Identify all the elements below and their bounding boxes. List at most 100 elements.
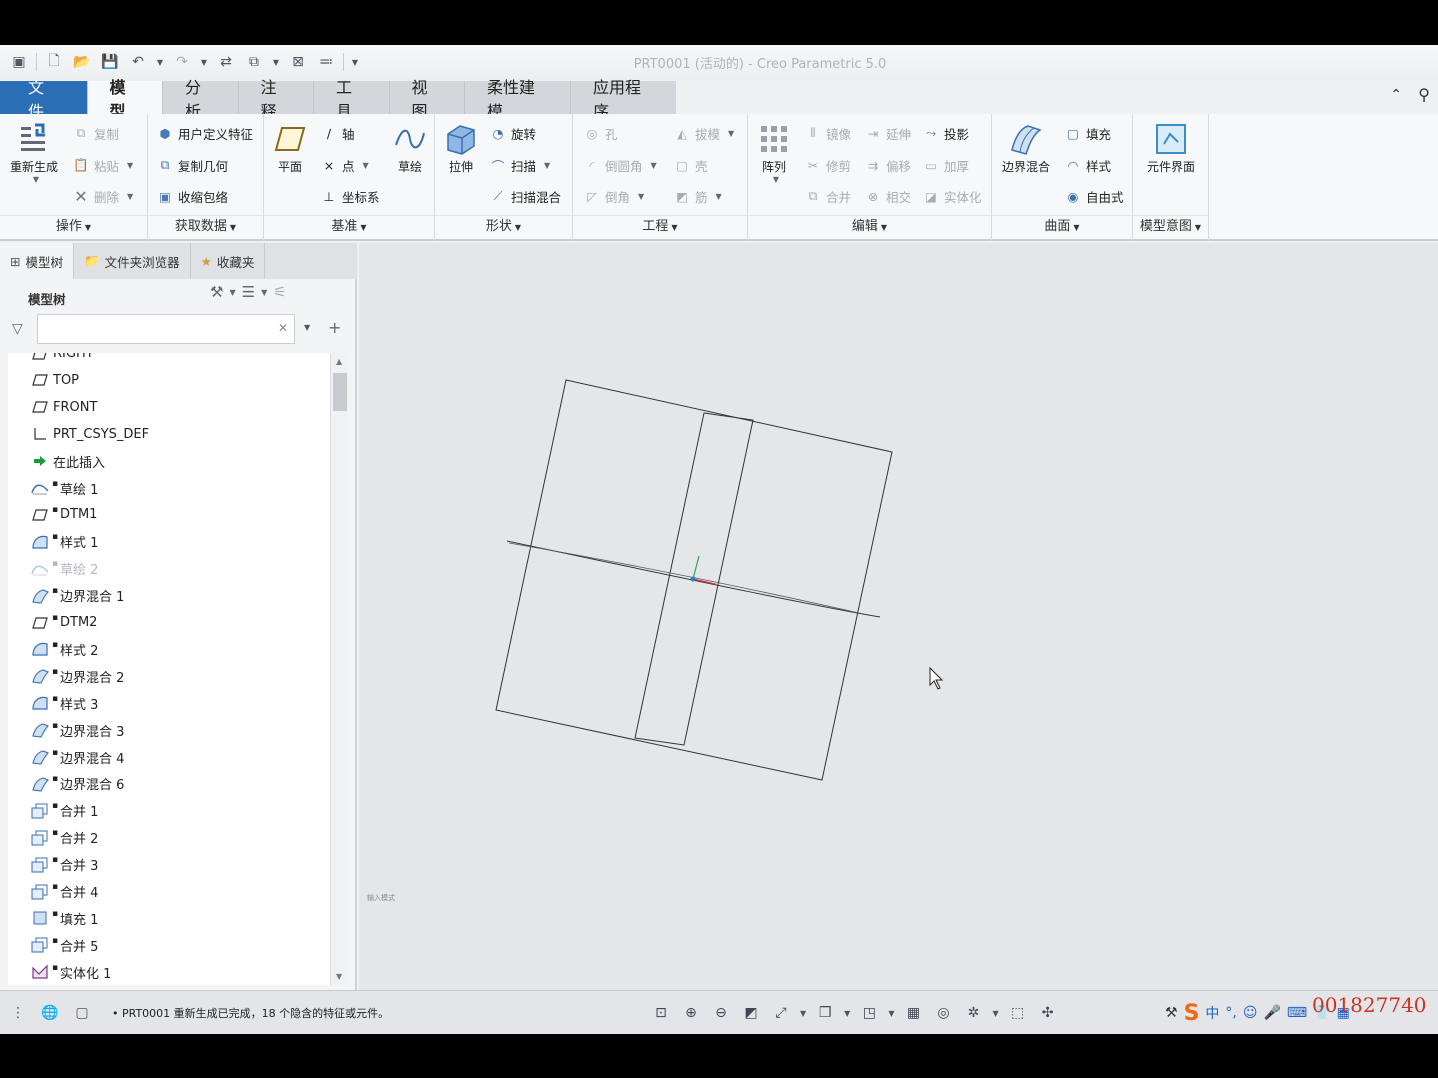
show-dropdown-icon[interactable]: ▼ (261, 288, 267, 297)
csys-button[interactable]: ⊥ 坐标系 (320, 185, 380, 207)
qat-more-dropdown-icon[interactable]: ▼ (350, 58, 360, 67)
component-interface-button[interactable]: 元件界面 (1141, 120, 1201, 175)
plane-button[interactable]: 平面 (270, 120, 310, 175)
tree-item[interactable]: TOP (8, 367, 330, 394)
tree-item[interactable]: ▪ 合并 5 (8, 932, 330, 959)
shell-button[interactable]: ▢ 壳 (673, 154, 707, 176)
tree-item[interactable]: ▪ DTM2 (8, 609, 330, 636)
draft-dropdown-icon[interactable]: ▼ (728, 129, 734, 138)
tree-item[interactable]: ▪ DTM1 (8, 501, 330, 528)
swept-blend-button[interactable]: ⟋ 扫描混合 (489, 185, 561, 207)
browser-toggle-icon[interactable]: 🌐 (40, 1003, 60, 1023)
freestyle-button[interactable]: ◉ 自由式 (1064, 185, 1124, 207)
tree-item[interactable]: ▪ 合并 4 (8, 878, 330, 905)
zoom-out-icon[interactable]: ⊖ (710, 1002, 732, 1024)
offset-button[interactable]: ⇉ 偏移 (864, 154, 911, 176)
tree-item[interactable]: PRT_CSYS_DEF (8, 421, 330, 448)
round-dropdown-icon[interactable]: ▼ (651, 161, 657, 170)
open-file-icon[interactable]: 📂 (71, 51, 93, 73)
delete-dropdown-icon[interactable]: ▼ (127, 192, 133, 201)
ime-language[interactable]: 中 (1205, 1003, 1219, 1023)
tree-item[interactable]: ▪ 草绘 2 (8, 555, 330, 582)
tree-item[interactable]: ▪ 边界混合 3 (8, 717, 330, 744)
datum-display-icon[interactable]: ✲ (962, 1002, 984, 1024)
thicken-button[interactable]: ▭ 加厚 (922, 154, 969, 176)
tree-item[interactable]: ▪ 合并 1 (8, 797, 330, 824)
undo-icon[interactable]: ↶ (127, 51, 149, 73)
tree-item[interactable]: ▪ 边界混合 1 (8, 582, 330, 609)
regenerate-icon[interactable]: ⇄ (215, 51, 237, 73)
collapse-ribbon-icon[interactable]: ⌃ (1390, 87, 1402, 103)
tab-applications[interactable]: 应用程序 (571, 78, 676, 121)
scroll-down-icon[interactable]: ▼ (336, 972, 342, 981)
chamfer-button[interactable]: ◸ 倒角 ▼ (583, 185, 644, 207)
full-screen-icon[interactable]: ▢ (72, 1003, 92, 1023)
keyboard-icon[interactable]: ⌨ (1287, 1005, 1307, 1021)
point-button[interactable]: × 点 ▼ (320, 154, 369, 176)
draft-button[interactable]: ◭ 拔模 ▼ (673, 122, 734, 144)
clear-icon[interactable]: ✕ (278, 321, 288, 335)
project-button[interactable]: ⤳ 投影 (922, 122, 969, 144)
windows-dropdown-icon[interactable]: ▼ (271, 58, 281, 67)
group-label-engineering[interactable]: 工程 ▼ (573, 215, 747, 237)
emoji-icon[interactable]: ☺ (1243, 1005, 1258, 1021)
close-window-icon[interactable]: ⊠ (287, 51, 309, 73)
chamfer-dropdown-icon[interactable]: ▼ (638, 192, 644, 201)
tab-flexible-modeling[interactable]: 柔性建模 (465, 78, 571, 121)
saved-views-icon[interactable]: ❒ (814, 1002, 836, 1024)
mirror-button[interactable]: ⫴ 镜像 (804, 122, 851, 144)
extend-button[interactable]: ⇥ 延伸 (864, 122, 911, 144)
search-icon[interactable]: ⚲ (1418, 85, 1430, 104)
rib-button[interactable]: ◩ 筋 ▼ (673, 185, 722, 207)
save-icon[interactable]: 💾 (99, 51, 121, 73)
tab-model-tree[interactable]: ⊞ 模型树 (0, 243, 74, 279)
scroll-up-icon[interactable]: ▲ (336, 357, 342, 366)
fill-button[interactable]: ▢ 填充 (1064, 122, 1111, 144)
tree-item[interactable]: ▪ 合并 3 (8, 851, 330, 878)
tree-item[interactable]: RIGHT (8, 353, 330, 367)
tab-favorites[interactable]: ★ 收藏夹 (191, 243, 266, 279)
revolve-button[interactable]: ◔ 旋转 (489, 122, 536, 144)
perspective-icon[interactable]: ▦ (902, 1002, 924, 1024)
tree-item[interactable]: ▪ 实体化 1 (8, 959, 330, 985)
add-column-icon[interactable]: + (328, 318, 341, 337)
tab-model[interactable]: 模型 (87, 78, 163, 121)
tree-filter-icon[interactable]: ⚟ (273, 283, 286, 301)
tree-item[interactable]: ▪ 边界混合 2 (8, 663, 330, 690)
group-label-datum[interactable]: 基准 ▼ (264, 215, 434, 237)
paste-dropdown-icon[interactable]: ▼ (127, 161, 133, 170)
navigator-toggle-icon[interactable]: ⋮ (8, 1003, 28, 1023)
tree-search-input[interactable] (37, 314, 295, 344)
shrinkwrap-button[interactable]: ▣ 收缩包络 (156, 185, 228, 207)
boundary-blend-button[interactable]: 边界混合 (998, 120, 1054, 175)
paste-button[interactable]: 📋 粘贴 ▼ (72, 154, 133, 176)
redo-icon[interactable]: ↷ (171, 51, 193, 73)
tree-item[interactable]: ▪ 样式 2 (8, 636, 330, 663)
spin-center-icon[interactable]: ✣ (1037, 1002, 1059, 1024)
intersect-button[interactable]: ⊗ 相交 (864, 185, 911, 207)
extrude-button[interactable]: 拉伸 (441, 120, 481, 175)
round-button[interactable]: ◜ 倒圆角 ▼ (583, 154, 657, 176)
saved-views-dropdown-icon[interactable]: ▼ (844, 1009, 850, 1018)
group-label-shapes[interactable]: 形状 ▼ (435, 215, 572, 237)
group-label-model-intent[interactable]: 模型意图 ▼ (1133, 215, 1208, 237)
redo-dropdown-icon[interactable]: ▼ (199, 58, 209, 67)
udf-button[interactable]: ⬢ 用户定义特征 (156, 122, 253, 144)
tree-item[interactable]: ▪ 样式 1 (8, 528, 330, 555)
show-icon[interactable]: ☰ (242, 283, 255, 301)
repaint-icon[interactable]: ◩ (740, 1002, 762, 1024)
app-menu-icon[interactable]: ▣ (8, 51, 30, 73)
sketch-button[interactable]: 草绘 (392, 120, 428, 175)
display-style-dropdown-icon[interactable]: ▼ (888, 1009, 894, 1018)
sweep-button[interactable]: ⌒ 扫描 ▼ (489, 154, 550, 176)
view-orientation-icon[interactable]: ⤢ (770, 1002, 792, 1024)
new-file-icon[interactable]: 🗋 (43, 51, 65, 73)
punctuation-icon[interactable]: °, (1225, 1005, 1236, 1021)
tree-settings-dropdown-icon[interactable]: ▼ (229, 288, 235, 297)
tree-item[interactable]: ▪ 边界混合 4 (8, 744, 330, 771)
datum-display-dropdown-icon[interactable]: ▼ (992, 1009, 998, 1018)
tree-scrollbar[interactable]: ▲ ▼ (330, 353, 348, 985)
microphone-icon[interactable]: 🎤 (1263, 1005, 1280, 1021)
point-dropdown-icon[interactable]: ▼ (363, 161, 369, 170)
rib-dropdown-icon[interactable]: ▼ (716, 192, 722, 201)
